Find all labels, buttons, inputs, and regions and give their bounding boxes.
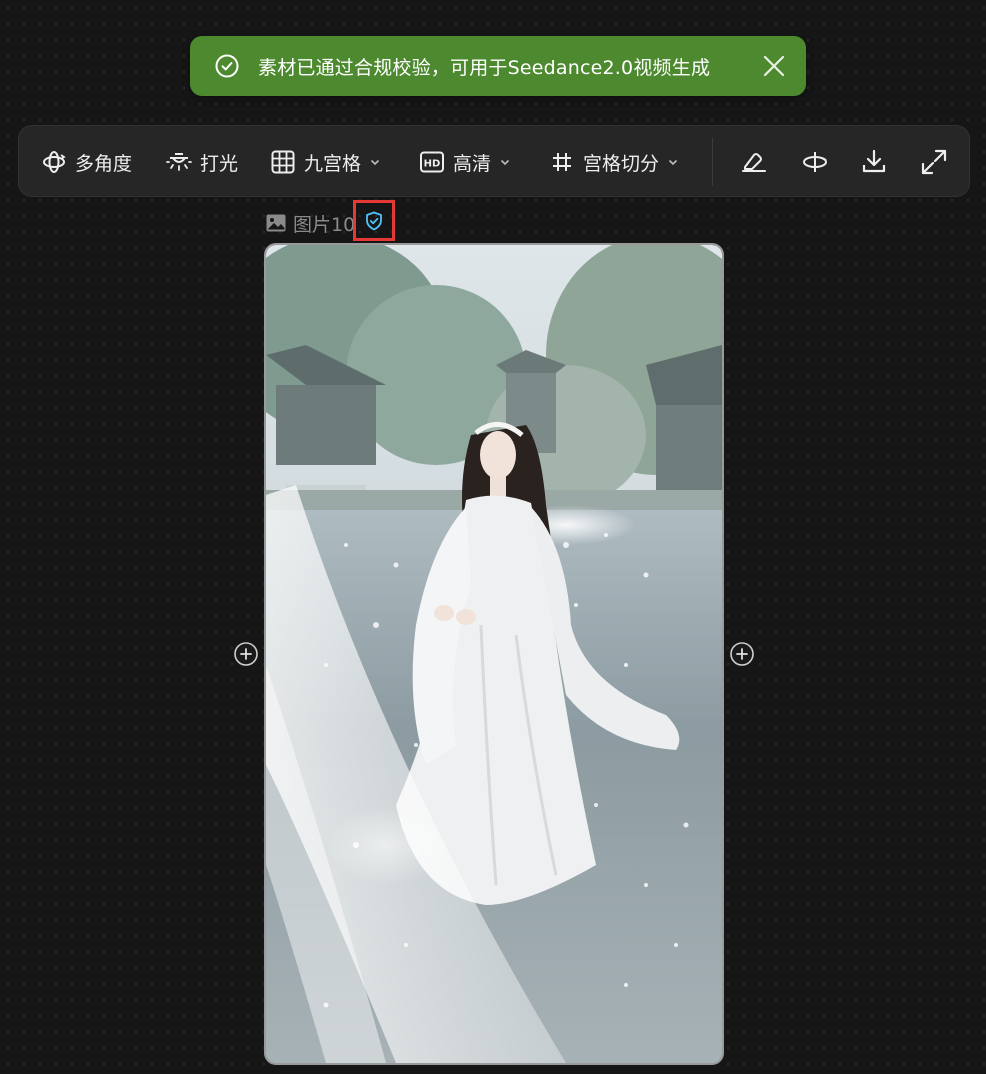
image-toolbar: 多角度 打光 九宫格 HD 高清 宫格切分	[18, 125, 970, 197]
multi-angle-button[interactable]: 多角度	[41, 126, 132, 198]
multi-angle-icon	[41, 149, 67, 175]
flip-icon[interactable]	[800, 147, 830, 177]
grid-split-button[interactable]: 宫格切分	[549, 126, 679, 198]
lighting-label: 打光	[200, 152, 239, 175]
svg-text:HD: HD	[424, 159, 441, 170]
chevron-down-icon	[499, 156, 511, 168]
compliance-toast: 素材已通过合规校验，可用于Seedance2.0视频生成	[190, 36, 806, 96]
hd-label: 高清	[453, 152, 492, 175]
chevron-down-icon	[667, 156, 679, 168]
image-icon	[265, 212, 287, 234]
add-left-icon[interactable]	[233, 641, 259, 667]
multi-angle-label: 多角度	[75, 152, 133, 175]
hd-icon: HD	[419, 149, 445, 175]
expand-icon[interactable]	[919, 147, 949, 177]
node-label: 图片10	[265, 210, 355, 236]
lighting-button[interactable]: 打光	[166, 126, 238, 198]
eraser-icon[interactable]	[739, 147, 769, 177]
check-circle-icon	[214, 53, 240, 79]
nine-grid-button[interactable]: 九宫格	[270, 126, 381, 198]
hash-icon	[549, 149, 575, 175]
download-icon[interactable]	[859, 147, 889, 177]
grid-icon	[270, 149, 296, 175]
chevron-down-icon	[369, 156, 381, 168]
lighting-icon	[166, 149, 192, 175]
photo-illustration	[266, 245, 722, 1063]
shield-check-icon	[365, 211, 383, 231]
toast-message: 素材已通过合规校验，可用于Seedance2.0视频生成	[258, 56, 711, 79]
toolbar-divider	[712, 138, 713, 186]
add-right-icon[interactable]	[729, 641, 755, 667]
nine-grid-label: 九宫格	[304, 152, 362, 175]
node-title: 图片10	[293, 213, 356, 236]
close-icon[interactable]	[762, 54, 786, 78]
hd-button[interactable]: HD 高清	[419, 126, 511, 198]
grid-split-label: 宫格切分	[583, 152, 660, 175]
compliance-badge-highlight[interactable]	[353, 200, 395, 241]
image-card[interactable]	[264, 243, 724, 1065]
